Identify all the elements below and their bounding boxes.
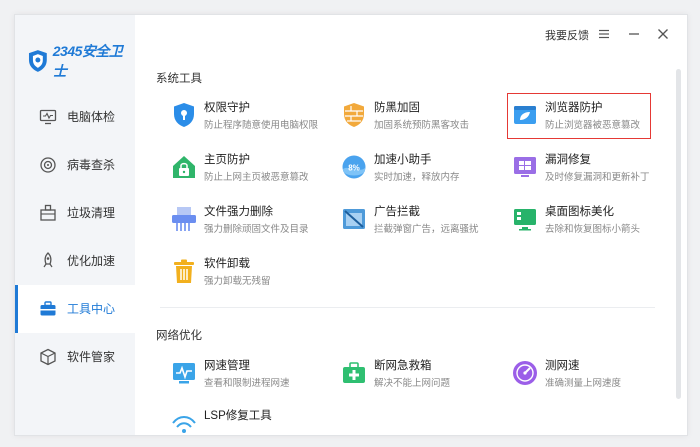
wifi-repair-icon: [172, 416, 196, 433]
svg-text:8%: 8%: [348, 164, 360, 173]
toolbox-icon: [40, 301, 56, 316]
shield-lock-icon: [174, 103, 194, 127]
tool-file-shredder[interactable]: 文件强力删除 强力删除顽固文件及目录: [170, 201, 320, 239]
tool-desc: 防止程序随意使用电脑权限: [204, 120, 319, 131]
sidebar-item-label: 软件管家: [67, 350, 116, 364]
home-lock-icon: [173, 156, 195, 178]
box-icon: [40, 348, 56, 366]
trash-clean-icon: [40, 204, 56, 221]
tool-desc: 去除和恢复图标小箭头: [545, 224, 641, 235]
sidebar-item-label: 垃圾清理: [67, 206, 116, 220]
tool-desktop-icon-beautify[interactable]: 桌面图标美化 去除和恢复图标小箭头: [511, 201, 661, 239]
tool-desc: 准确测量上网速度: [545, 378, 622, 389]
tool-software-uninstall[interactable]: 软件卸载 强力卸载无残留: [170, 253, 320, 291]
tool-desc: 查看和限制进程网速: [204, 378, 290, 389]
tool-name: 断网急救箱: [374, 360, 432, 372]
sidebar-item-junk-clean[interactable]: 垃圾清理: [15, 189, 135, 237]
speedometer-icon: [513, 361, 537, 385]
tool-name: 防黑加固: [374, 102, 420, 114]
tool-vulnerability-fix[interactable]: 漏洞修复 及时修复漏洞和更新补丁: [511, 149, 661, 187]
browser-shield-icon: [514, 106, 536, 124]
tool-name: 文件强力删除: [204, 206, 273, 218]
tool-desc: 及时修复漏洞和更新补丁: [545, 172, 650, 183]
section-title-system-tools: 系统工具: [156, 73, 202, 85]
tool-anti-hack[interactable]: 防黑加固 加固系统预防黑客攻击: [340, 97, 490, 135]
tool-desc: 防止上网主页被恶意篡改: [204, 172, 309, 183]
tool-desc: 加固系统预防黑客攻击: [374, 120, 470, 131]
memory-ball-icon: 8%: [342, 155, 366, 179]
speed-monitor-icon: [173, 363, 195, 384]
tool-network-first-aid[interactable]: 断网急救箱 解决不能上网问题: [340, 355, 490, 393]
uninstall-bin-icon: [174, 259, 194, 283]
section-title-network: 网络优化: [156, 330, 202, 342]
menu-icon[interactable]: [597, 27, 611, 41]
sidebar-item-optimize[interactable]: 优化加速: [15, 237, 135, 285]
tool-browser-protection[interactable]: 浏览器防护 防止浏览器被恶意篡改: [507, 93, 651, 139]
rocket-icon: [43, 252, 53, 268]
tool-permission-guard[interactable]: 权限守护 防止程序随意使用电脑权限: [170, 97, 320, 135]
tool-network-speed-manager[interactable]: 网速管理 查看和限制进程网速: [170, 355, 320, 393]
sidebar-item-tool-center[interactable]: 工具中心: [15, 285, 135, 333]
feedback-link[interactable]: 我要反馈: [545, 27, 589, 43]
sidebar-item-label: 工具中心: [67, 302, 116, 316]
tool-name: 加速小助手: [374, 154, 432, 166]
ad-block-icon: [343, 209, 365, 229]
sidebar-item-virus-scan[interactable]: 病毒查杀: [15, 141, 135, 189]
tool-name: 广告拦截: [374, 206, 420, 218]
tool-name: 浏览器防护: [545, 102, 603, 114]
app-window: 2345安全卫士 电脑体检 病毒查杀 垃圾清理 优化加速 工具中心 软件管家 我…: [14, 14, 688, 436]
shredder-icon: [172, 207, 196, 231]
sidebar-item-label: 电脑体检: [67, 110, 116, 124]
tool-name: 权限守护: [204, 102, 250, 114]
tool-desc: 拦截弹窗广告，远离骚扰: [374, 224, 479, 235]
sidebar-item-label: 优化加速: [67, 254, 116, 268]
virus-scan-icon: [40, 157, 56, 173]
tool-speed-test[interactable]: 测网速 准确测量上网速度: [511, 355, 661, 393]
tool-desc: 防止浏览器被恶意篡改: [545, 120, 641, 131]
tool-name: 网速管理: [204, 360, 250, 372]
sidebar-item-pc-check[interactable]: 电脑体检: [15, 93, 135, 141]
tool-name: 软件卸载: [204, 258, 250, 270]
windows-patch-icon: [514, 157, 536, 177]
monitor-check-icon: [39, 109, 57, 125]
tool-desc: 强力卸载无残留: [204, 276, 271, 287]
logo-shield-icon: [28, 50, 47, 72]
sidebar: 2345安全卫士 电脑体检 病毒查杀 垃圾清理 优化加速 工具中心 软件管家: [15, 15, 135, 435]
sidebar-item-label: 病毒查杀: [67, 158, 116, 172]
tool-name: 漏洞修复: [545, 154, 591, 166]
sidebar-item-software-manager[interactable]: 软件管家: [15, 333, 135, 381]
tool-ad-block[interactable]: 广告拦截 拦截弹窗广告，远离骚扰: [340, 201, 490, 239]
tool-desc: 解决不能上网问题: [374, 378, 451, 389]
tool-speed-assistant[interactable]: 8% 加速小助手 实时加速，释放内存: [340, 149, 490, 187]
tool-desc: 实时加速，释放内存: [374, 172, 460, 183]
close-icon[interactable]: [656, 27, 670, 41]
tool-name: 桌面图标美化: [545, 206, 614, 218]
logo-text: 2345安全卫士: [52, 43, 123, 79]
tool-name: LSP修复工具: [204, 410, 272, 422]
tool-desc: 强力删除顽固文件及目录: [204, 224, 309, 235]
minimize-icon[interactable]: [627, 27, 641, 41]
first-aid-kit-icon: [343, 362, 365, 383]
desktop-icon: [514, 209, 536, 231]
firewall-shield-icon: [344, 103, 364, 127]
tool-name: 测网速: [545, 360, 580, 372]
app-logo: 2345安全卫士: [27, 41, 135, 81]
tool-lsp-repair[interactable]: LSP修复工具: [170, 405, 320, 435]
section-divider: [160, 307, 655, 308]
tool-name: 主页防护: [204, 154, 250, 166]
scrollbar[interactable]: [676, 69, 681, 399]
tool-homepage-protection[interactable]: 主页防护 防止上网主页被恶意篡改: [170, 149, 320, 187]
